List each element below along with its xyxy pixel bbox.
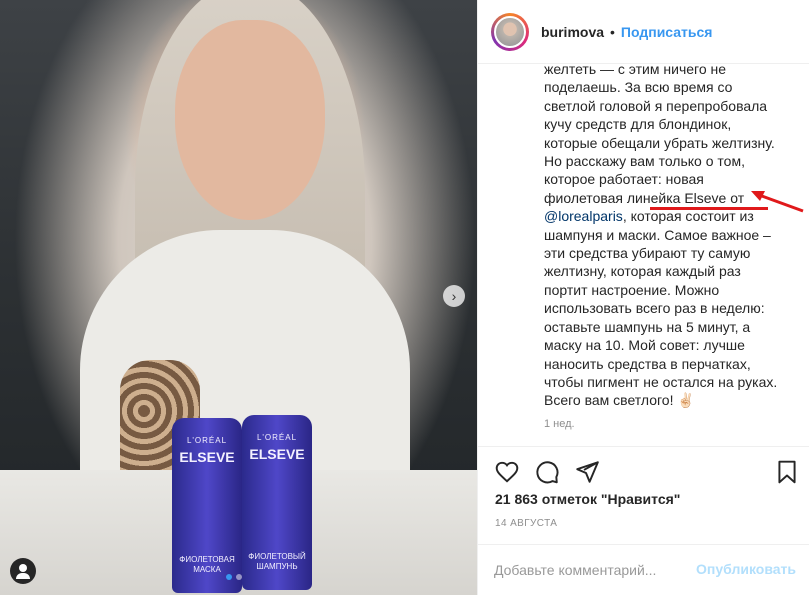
post-photo[interactable]: L'ORÉAL ELSEVE ФИОЛЕТОВАЯ МАСКА L'ORÉAL …: [0, 0, 477, 595]
photo-face: [175, 20, 325, 220]
bookmark-icon[interactable]: [774, 459, 800, 485]
share-icon[interactable]: [574, 459, 600, 485]
avatar: [494, 15, 526, 48]
chevron-right-icon: ›: [451, 288, 457, 304]
bottle-sub: ФИОЛЕТОВЫЙ ШАМПУНЬ: [248, 552, 306, 571]
product-bottle-shampoo: L'ORÉAL ELSEVE ФИОЛЕТОВЫЙ ШАМПУНЬ: [242, 415, 312, 590]
follow-button[interactable]: Подписаться: [621, 24, 713, 40]
username-link[interactable]: burimova: [541, 24, 604, 40]
product-bottle-mask: L'ORÉAL ELSEVE ФИОЛЕТОВАЯ МАСКА: [172, 418, 242, 593]
bottle-brand: L'ORÉAL: [256, 433, 298, 442]
caption-timestamp[interactable]: 1 нед.: [544, 418, 575, 430]
comment-input[interactable]: [494, 559, 684, 581]
avatar-story-ring[interactable]: [491, 12, 529, 51]
header-separator: •: [610, 23, 615, 40]
bottle-name: ELSEVE: [179, 449, 235, 465]
user-tag-icon-body: [16, 573, 30, 579]
caption-emoji: ✌🏻: [677, 392, 695, 409]
comment-bar: Опубликовать: [478, 544, 809, 595]
mention-link[interactable]: @lorealparis: [544, 208, 623, 224]
bottle-brand: L'ORÉAL: [186, 436, 228, 445]
user-tag-icon: [19, 564, 27, 572]
bottle-sub: ФИОЛЕТОВАЯ МАСКА: [179, 555, 235, 574]
post-header: burimova • Подписаться: [478, 0, 809, 64]
publish-button[interactable]: Опубликовать: [696, 561, 796, 577]
carousel-dot-active: [226, 574, 232, 580]
caption-text-start: желтеть — с этим ничего не поделаешь. За…: [544, 61, 775, 206]
post-side-panel: burimova • Подписаться желтеть — с этим …: [477, 0, 809, 595]
carousel-next-button[interactable]: ›: [443, 285, 465, 307]
heart-icon[interactable]: [494, 459, 520, 485]
likes-count[interactable]: 21 863 отметок "Нравится": [495, 491, 680, 507]
tagged-users-button[interactable]: [10, 558, 36, 584]
bottle-name: ELSEVE: [249, 446, 305, 462]
annotation-arrow-icon: [751, 191, 804, 213]
carousel-indicator: [226, 574, 242, 580]
caption-text-end: , которая состоит из шампуня и маски. Са…: [544, 208, 778, 409]
post-date[interactable]: 14 АВГУСТА: [495, 518, 557, 529]
comment-icon[interactable]: [534, 459, 560, 485]
post-caption: желтеть — с этим ничего не поделаешь. За…: [544, 60, 780, 410]
carousel-dot: [236, 574, 242, 580]
